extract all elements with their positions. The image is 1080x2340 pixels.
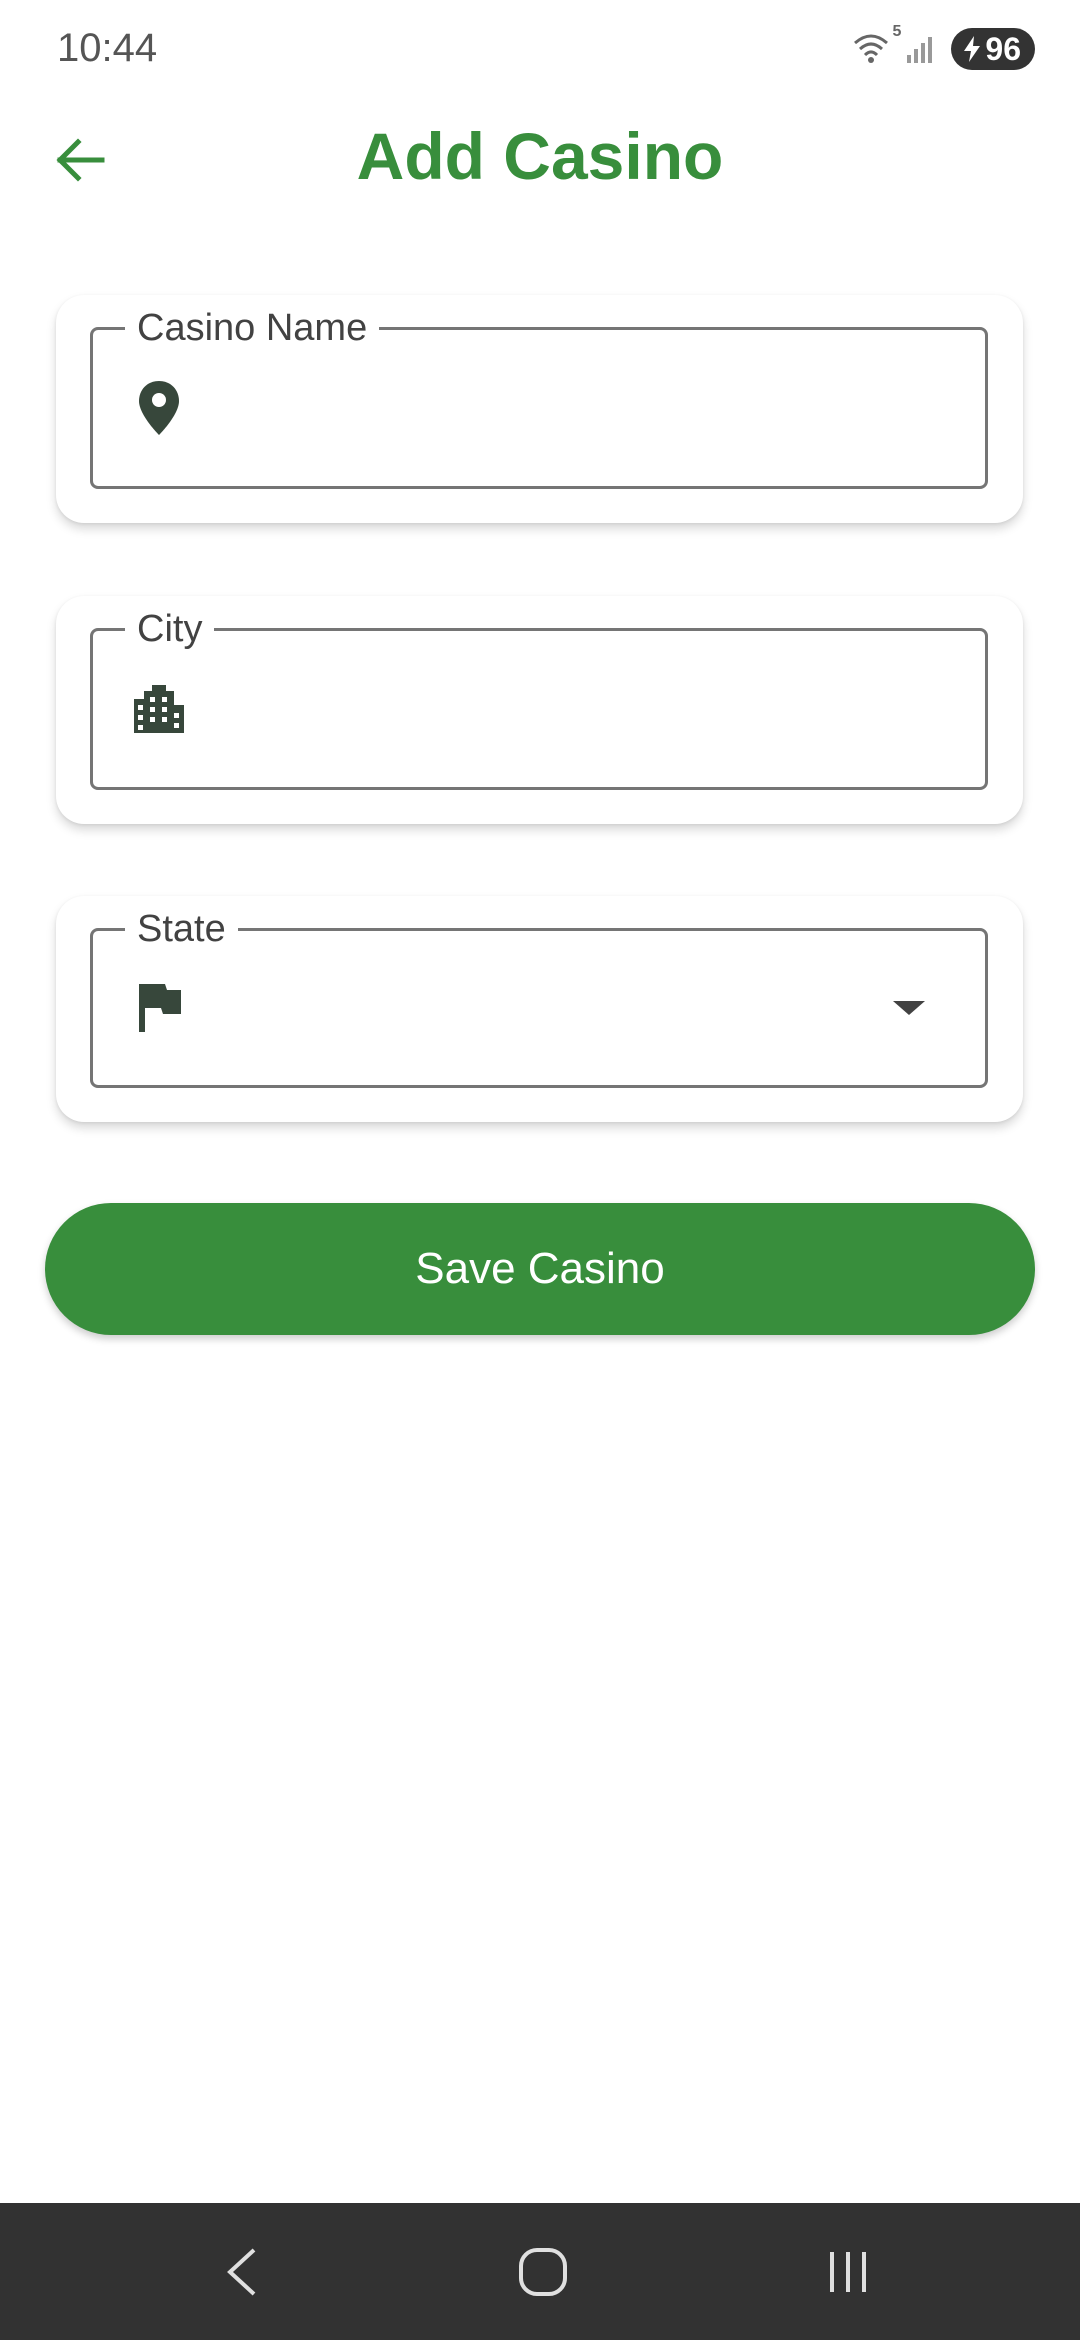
casino-name-field[interactable]: Casino Name bbox=[90, 306, 988, 489]
flag-icon bbox=[131, 977, 187, 1039]
status-time: 10:44 bbox=[57, 26, 158, 70]
casino-name-label: Casino Name bbox=[125, 306, 380, 350]
signal-icon bbox=[907, 37, 933, 63]
app-header: Add Casino bbox=[0, 110, 1080, 210]
nav-back-button[interactable] bbox=[207, 2237, 277, 2307]
save-casino-button[interactable]: Save Casino bbox=[45, 1203, 1035, 1335]
battery-indicator: 96 bbox=[951, 28, 1035, 70]
city-input[interactable] bbox=[213, 671, 945, 753]
wifi-icon: 5 bbox=[851, 23, 901, 70]
wifi-badge: 5 bbox=[892, 22, 902, 40]
charging-bolt-icon bbox=[964, 36, 981, 62]
nav-home-button[interactable] bbox=[508, 2237, 578, 2307]
state-selected-value bbox=[213, 971, 945, 1051]
city-label: City bbox=[125, 607, 215, 651]
city-field[interactable]: City bbox=[90, 607, 988, 790]
status-bar: 10:44 5 96 bbox=[0, 0, 1080, 100]
location-pin-icon bbox=[131, 377, 187, 439]
city-buildings-icon bbox=[131, 678, 187, 740]
nav-back-icon bbox=[227, 2248, 256, 2296]
state-dropdown[interactable]: State bbox=[90, 907, 988, 1088]
page-title: Add Casino bbox=[356, 119, 724, 193]
casino-name-input[interactable] bbox=[213, 370, 945, 452]
state-card: State bbox=[56, 896, 1023, 1122]
battery-level: 96 bbox=[985, 30, 1021, 67]
nav-recents-button[interactable] bbox=[813, 2237, 883, 2307]
state-label: State bbox=[125, 907, 238, 951]
system-navigation-bar bbox=[0, 2203, 1080, 2340]
status-icons: 5 96 bbox=[851, 23, 1035, 70]
nav-recents-icon bbox=[830, 2252, 866, 2292]
city-card: City bbox=[56, 596, 1023, 824]
casino-name-card: Casino Name bbox=[56, 295, 1023, 523]
dropdown-arrow-icon[interactable] bbox=[893, 1001, 925, 1015]
nav-home-icon bbox=[519, 2248, 567, 2296]
